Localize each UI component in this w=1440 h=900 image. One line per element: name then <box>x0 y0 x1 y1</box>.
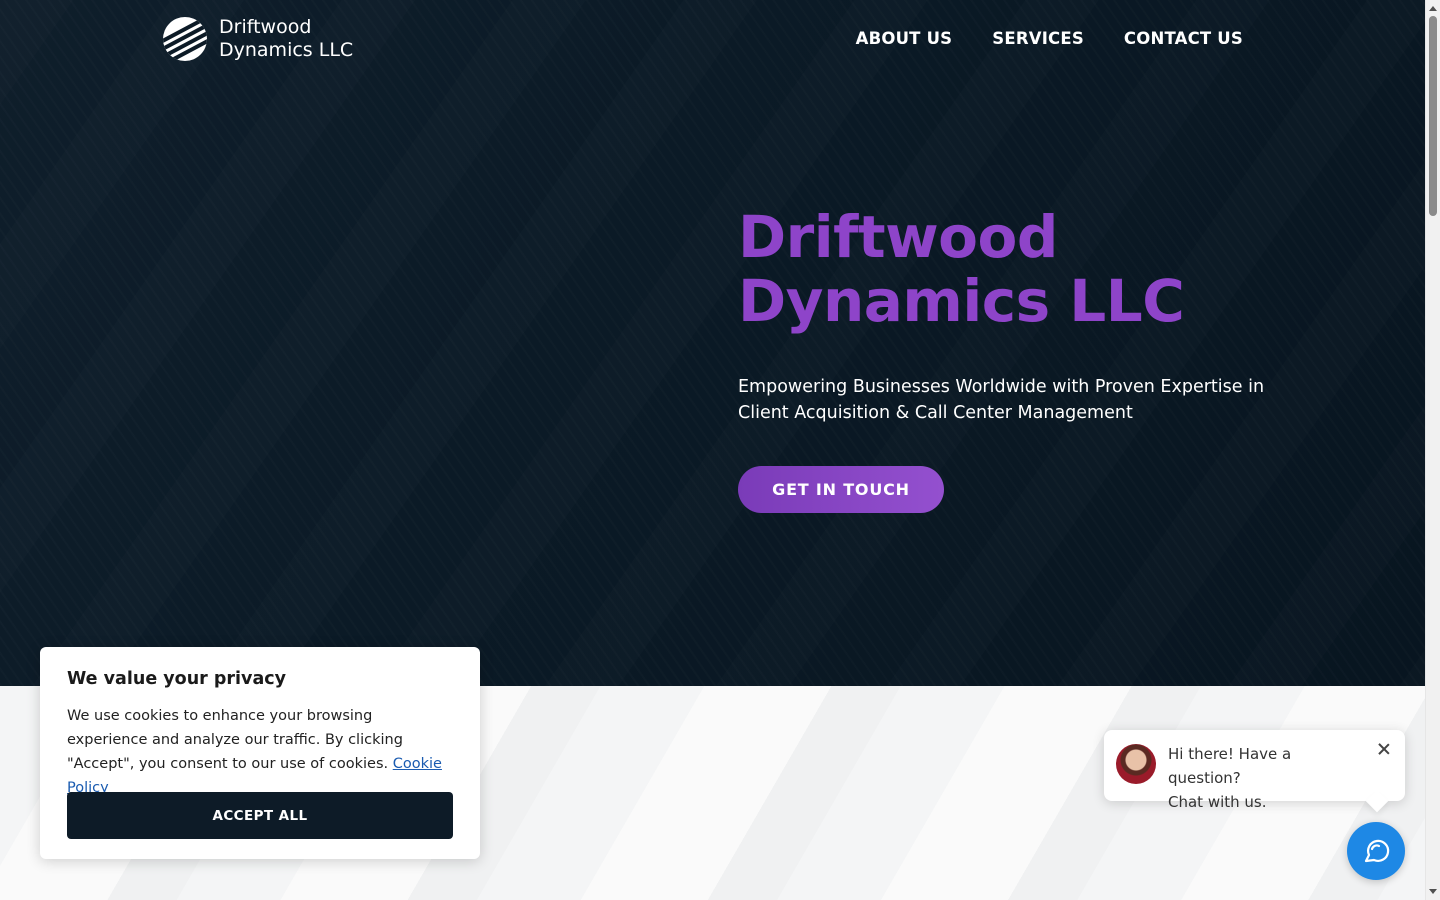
logo-name-line1: Driftwood <box>219 16 312 38</box>
hero-subtitle-line2: Client Acquisition & Call Center Managem… <box>738 403 1133 423</box>
cookie-description: We use cookies to enhance your browsing … <box>67 708 403 772</box>
site-logo[interactable]: Driftwood Dynamics LLC <box>163 16 353 62</box>
agent-avatar <box>1116 744 1156 784</box>
chat-greeting: Hi there! Have a question? Chat with us. <box>1168 742 1368 814</box>
logo-text: Driftwood Dynamics LLC <box>219 16 353 62</box>
globe-logo-icon <box>163 17 207 61</box>
hero-title-line2: Dynamics LLC <box>738 267 1185 335</box>
scroll-up-arrow-icon[interactable] <box>1429 6 1437 11</box>
get-in-touch-button[interactable]: GET IN TOUCH <box>738 466 944 513</box>
chat-greeting-line1: Hi there! Have a question? <box>1168 745 1292 787</box>
nav-about-us[interactable]: ABOUT US <box>856 29 953 48</box>
cookie-consent-banner: We value your privacy We use cookies to … <box>40 647 480 859</box>
hero-subtitle: Empowering Businesses Worldwide with Pro… <box>738 374 1318 426</box>
page-scrollbar[interactable] <box>1425 0 1440 900</box>
chat-launcher-button[interactable] <box>1347 822 1405 880</box>
cookie-text: We use cookies to enhance your browsing … <box>67 704 453 800</box>
chat-greeting-popup[interactable]: Hi there! Have a question? Chat with us. <box>1104 730 1405 811</box>
scroll-thumb[interactable] <box>1429 16 1437 216</box>
chat-bubble-icon <box>1364 839 1390 863</box>
accept-all-button[interactable]: ACCEPT ALL <box>67 792 453 839</box>
main-nav: ABOUT US SERVICES CONTACT US <box>856 29 1243 48</box>
hero-title: Driftwood Dynamics LLC <box>738 205 1378 333</box>
logo-name-line2: Dynamics LLC <box>219 39 354 61</box>
cookie-title: We value your privacy <box>67 669 287 689</box>
nav-contact-us[interactable]: CONTACT US <box>1124 29 1243 48</box>
close-icon[interactable] <box>1377 742 1391 756</box>
hero-subtitle-line1: Empowering Businesses Worldwide with Pro… <box>738 377 1265 397</box>
hero-title-line1: Driftwood <box>738 203 1058 271</box>
nav-services[interactable]: SERVICES <box>992 29 1084 48</box>
chat-greeting-line2: Chat with us. <box>1168 793 1267 811</box>
scroll-down-arrow-icon[interactable] <box>1429 889 1437 894</box>
hero-section: Driftwood Dynamics LLC ABOUT US SERVICES… <box>0 0 1425 686</box>
